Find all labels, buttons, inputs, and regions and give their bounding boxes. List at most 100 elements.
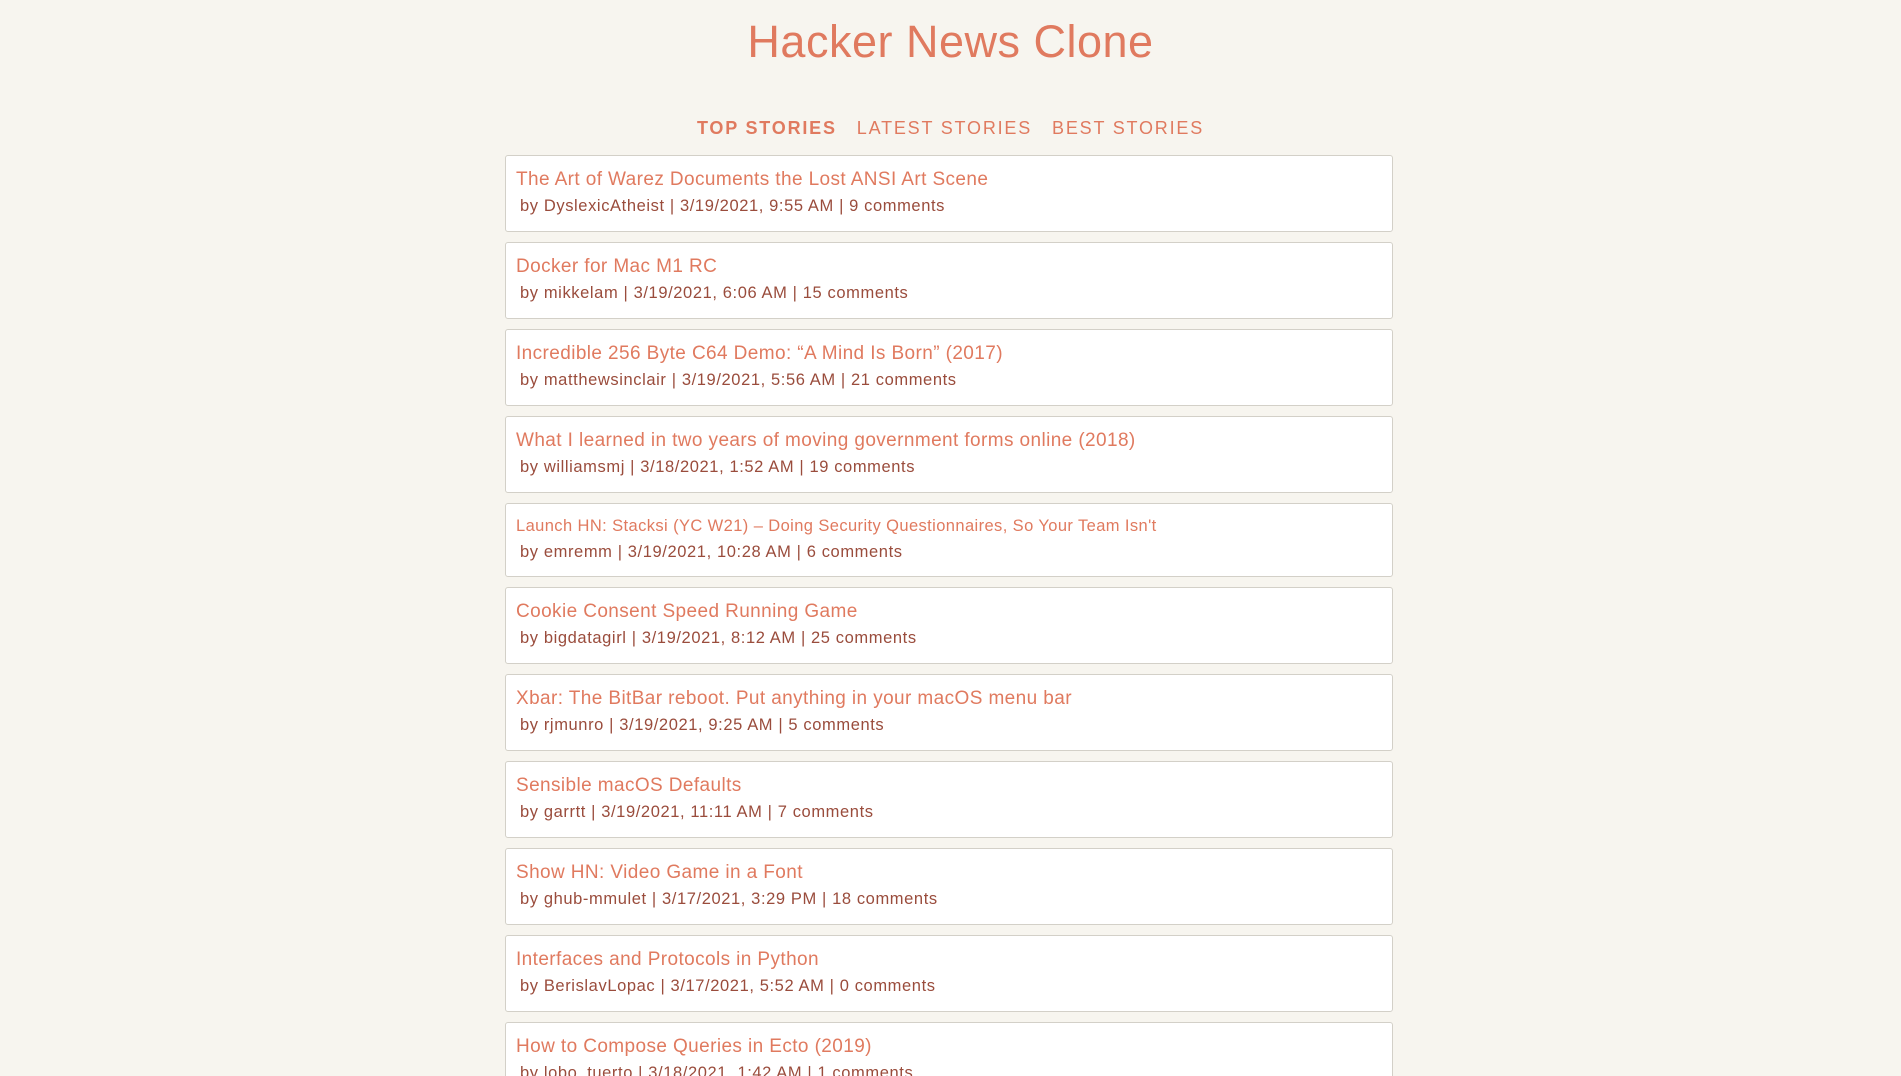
story-date: 3/19/2021, 8:12 AM [641, 629, 796, 647]
story-title-link[interactable]: How to Compose Queries in Ecto (2019) [516, 1035, 1382, 1059]
separator: | [603, 716, 620, 734]
separator: | [618, 284, 634, 302]
story-meta: by bigdatagirl | 3/19/2021, 8:12 AM | 25… [516, 628, 1382, 648]
story-date: 3/19/2021, 5:56 AM [681, 371, 836, 389]
separator: | [626, 629, 642, 647]
story-card: What I learned in two years of moving go… [505, 416, 1393, 493]
story-card: Sensible macOS Defaults by garrtt | 3/19… [505, 761, 1393, 838]
separator: | [791, 543, 807, 561]
story-author[interactable]: garrtt [544, 803, 586, 821]
separator: | [794, 458, 810, 476]
story-list: The Art of Warez Documents the Lost ANSI… [505, 155, 1393, 1076]
story-meta: by lobo_tuerto | 3/18/2021, 1:42 AM | 1 … [516, 1063, 1382, 1076]
story-card: Incredible 256 Byte C64 Demo: “A Mind Is… [505, 329, 1393, 406]
story-card: Launch HN: Stacksi (YC W21) – Doing Secu… [505, 503, 1393, 577]
story-date: 3/19/2021, 10:28 AM [627, 543, 792, 561]
by-label: by [520, 458, 539, 476]
story-author[interactable]: williamsmj [544, 458, 625, 476]
story-comments[interactable]: 15 comments [803, 284, 909, 302]
separator: | [655, 977, 671, 995]
separator: | [664, 197, 680, 215]
story-date: 3/19/2021, 6:06 AM [633, 284, 788, 302]
separator: | [666, 371, 682, 389]
story-date: 3/17/2021, 3:29 PM [662, 890, 817, 908]
story-comments[interactable]: 21 comments [851, 371, 957, 389]
by-label: by [520, 890, 539, 908]
separator: | [585, 803, 602, 821]
story-title-link[interactable]: Cookie Consent Speed Running Game [516, 600, 1382, 624]
separator: | [787, 284, 803, 302]
story-author[interactable]: bigdatagirl [544, 629, 627, 647]
by-label: by [520, 371, 539, 389]
by-label: by [520, 716, 539, 734]
by-label: by [520, 977, 539, 995]
story-meta: by matthewsinclair | 3/19/2021, 5:56 AM … [516, 370, 1382, 390]
story-meta: by DyslexicAtheist | 3/19/2021, 9:55 AM … [516, 196, 1382, 216]
separator: | [633, 1064, 649, 1076]
story-card: Cookie Consent Speed Running Game by big… [505, 587, 1393, 664]
story-comments[interactable]: 7 comments [778, 803, 874, 821]
story-date: 3/19/2021, 9:25 AM [619, 716, 774, 734]
story-author[interactable]: mikkelam [544, 284, 618, 302]
story-title-link[interactable]: Xbar: The BitBar reboot. Put anything in… [516, 687, 1382, 711]
story-author[interactable]: lobo_tuerto [544, 1064, 633, 1076]
separator: | [835, 371, 851, 389]
story-comments[interactable]: 25 comments [811, 629, 917, 647]
by-label: by [520, 629, 539, 647]
story-author[interactable]: BerislavLopac [544, 977, 655, 995]
story-author[interactable]: ghub-mmulet [544, 890, 647, 908]
story-meta: by rjmunro | 3/19/2021, 9:25 AM | 5 comm… [516, 715, 1382, 735]
story-author[interactable]: rjmunro [544, 716, 604, 734]
page-title: Hacker News Clone [747, 16, 1154, 67]
story-meta: by ghub-mmulet | 3/17/2021, 3:29 PM | 18… [516, 889, 1382, 909]
story-meta: by williamsmj | 3/18/2021, 1:52 AM | 19 … [516, 457, 1382, 477]
story-title-link[interactable]: Interfaces and Protocols in Python [516, 948, 1382, 972]
story-title-link[interactable]: What I learned in two years of moving go… [516, 429, 1382, 453]
tab-top-stories[interactable]: TOP STORIES [697, 118, 837, 139]
separator: | [646, 890, 662, 908]
separator: | [795, 629, 812, 647]
separator: | [816, 890, 833, 908]
story-author[interactable]: emremm [544, 543, 613, 561]
story-meta: by garrtt | 3/19/2021, 11:11 AM | 7 comm… [516, 802, 1382, 822]
story-meta: by mikkelam | 3/19/2021, 6:06 AM | 15 co… [516, 283, 1382, 303]
story-title-link[interactable]: Docker for Mac M1 RC [516, 255, 1382, 279]
story-author[interactable]: DyslexicAtheist [544, 197, 665, 215]
story-date: 3/19/2021, 11:11 AM [601, 803, 763, 821]
story-card: The Art of Warez Documents the Lost ANSI… [505, 155, 1393, 232]
separator: | [833, 197, 850, 215]
story-title-link[interactable]: Sensible macOS Defaults [516, 774, 1382, 798]
separator: | [625, 458, 641, 476]
story-comments[interactable]: 19 comments [809, 458, 915, 476]
story-comments[interactable]: 0 comments [840, 977, 936, 995]
story-title-link[interactable]: Launch HN: Stacksi (YC W21) – Doing Secu… [516, 514, 1382, 538]
story-date: 3/17/2021, 5:52 AM [670, 977, 825, 995]
story-meta: by BerislavLopac | 3/17/2021, 5:52 AM | … [516, 976, 1382, 996]
story-card: Show HN: Video Game in a Font by ghub-mm… [505, 848, 1393, 925]
tab-latest-stories[interactable]: LATEST STORIES [857, 118, 1032, 139]
story-title-link[interactable]: Show HN: Video Game in a Font [516, 861, 1382, 885]
separator: | [824, 977, 840, 995]
story-comments[interactable]: 9 comments [849, 197, 945, 215]
tab-best-stories[interactable]: BEST STORIES [1052, 118, 1204, 139]
by-label: by [520, 543, 539, 561]
story-comments[interactable]: 18 comments [832, 890, 938, 908]
separator: | [612, 543, 628, 561]
story-comments[interactable]: 1 comments [817, 1064, 913, 1076]
separator: | [762, 803, 778, 821]
story-comments[interactable]: 6 comments [807, 543, 903, 561]
by-label: by [520, 197, 539, 215]
story-card: Docker for Mac M1 RC by mikkelam | 3/19/… [505, 242, 1393, 319]
story-comments[interactable]: 5 comments [788, 716, 884, 734]
story-date: 3/19/2021, 9:55 AM [679, 197, 834, 215]
story-date: 3/18/2021, 1:42 AM [648, 1064, 803, 1076]
story-card: Interfaces and Protocols in Python by Be… [505, 935, 1393, 1012]
by-label: by [520, 803, 539, 821]
story-title-link[interactable]: The Art of Warez Documents the Lost ANSI… [516, 168, 1382, 192]
story-title-link[interactable]: Incredible 256 Byte C64 Demo: “A Mind Is… [516, 342, 1382, 366]
story-date: 3/18/2021, 1:52 AM [640, 458, 795, 476]
story-card: How to Compose Queries in Ecto (2019) by… [505, 1022, 1393, 1076]
story-author[interactable]: matthewsinclair [544, 371, 667, 389]
story-meta: by emremm | 3/19/2021, 10:28 AM | 6 comm… [516, 542, 1382, 562]
page: Hacker News Clone TOP STORIES LATEST STO… [0, 0, 1901, 1076]
